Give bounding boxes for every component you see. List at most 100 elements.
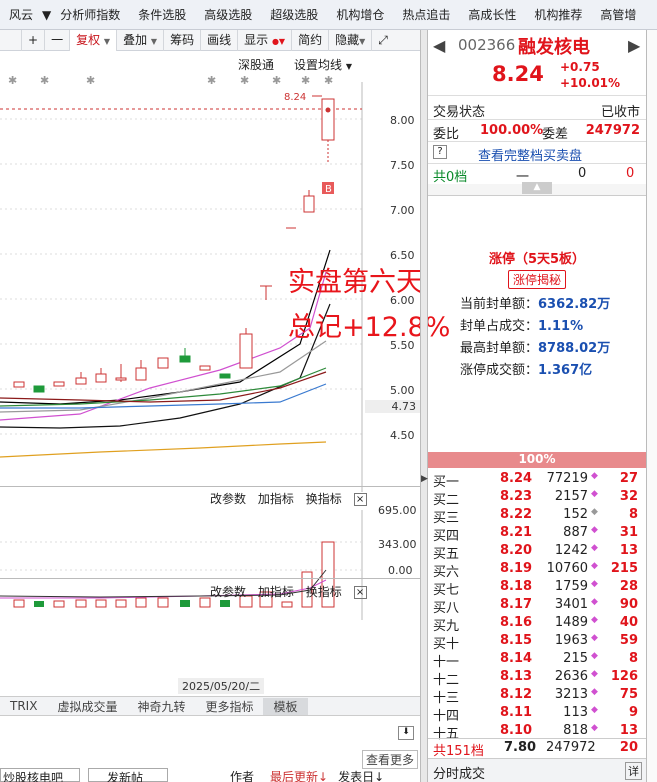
display-button[interactable]: 显示 ●▼ (238, 29, 293, 51)
sell-total-cnt: 0 (626, 166, 635, 181)
buy-total-label: 共151档 (433, 744, 484, 759)
bid-count: 13 (619, 543, 638, 558)
detail-icon[interactable]: 详 (625, 762, 642, 780)
collapse-icon[interactable]: ▲ (522, 182, 552, 194)
bid-row[interactable]: 买七 8.18 1759 ◆ 28 (428, 578, 646, 598)
draw-line-button[interactable]: 画线 (201, 29, 239, 51)
add-indicator-button[interactable]: 加指标 (258, 492, 294, 506)
tab-virtual-volume[interactable]: 虚拟成交量 (47, 698, 127, 715)
author-column[interactable]: 作者 (230, 768, 254, 782)
bid-count: 31 (619, 525, 638, 540)
bid-row[interactable]: 买二 8.23 2157 ◆ 32 (428, 488, 646, 508)
ma-settings-button[interactable]: 设置均线 ▼ (294, 56, 352, 73)
zoom-in-button[interactable]: + (22, 29, 46, 51)
chips-button[interactable]: 筹码 (164, 29, 202, 51)
diamond-icon: ◆ (591, 687, 598, 697)
nav-item[interactable]: 高级选股 (195, 6, 261, 23)
dropdown-icon[interactable]: ▼ (42, 8, 51, 22)
edit-params-button[interactable]: 改参数 (210, 492, 246, 506)
chart-toolbar: + 一 复权 ▼ 叠加 ▼ 筹码 画线 显示 ●▼ 简约 隐藏▼ ⤢ (0, 29, 420, 51)
tab-template[interactable]: 模板 (263, 697, 308, 715)
bid-row[interactable]: 买六 8.19 10760 ◆ 215 (428, 560, 646, 580)
prev-stock-icon[interactable]: ◀ (433, 36, 445, 55)
download-icon[interactable]: ⬇ (398, 726, 414, 740)
bid-volume: 887 (563, 525, 588, 540)
diamond-icon: ◆ (591, 507, 598, 517)
new-post-button[interactable]: 发新帖 (88, 768, 168, 782)
nav-item[interactable]: 超级选股 (261, 6, 327, 23)
buy-total-vol: 247972 (546, 740, 596, 755)
limit-up-reveal-button[interactable]: 涨停揭秘 (508, 270, 567, 289)
post-date-column[interactable]: 发表日↓ (338, 768, 384, 782)
bid-row[interactable]: 十二 8.13 2636 ◆ 126 (428, 668, 646, 688)
bid-count: 8 (628, 507, 638, 522)
vol-y-label: 0.00 (388, 564, 413, 577)
switch-indicator-button[interactable]: 换指标 (306, 585, 342, 599)
nav-item[interactable]: 高成长性 (459, 6, 525, 23)
bid-row[interactable]: 买八 8.17 3401 ◆ 90 (428, 596, 646, 616)
hide-button[interactable]: 隐藏▼ (329, 29, 373, 51)
collapse-bar[interactable]: ▲ (428, 182, 646, 196)
nav-item[interactable]: 条件选股 (129, 6, 195, 23)
weibi-value: 100.00% (480, 123, 544, 138)
overlay-button[interactable]: 叠加 ▼ (117, 29, 165, 51)
bid-row[interactable]: 十三 8.12 3213 ◆ 75 (428, 686, 646, 706)
market-label[interactable]: 深股通 (238, 56, 274, 73)
bid-count: 126 (610, 669, 638, 684)
last-update-column[interactable]: 最后更新↓ (270, 768, 328, 782)
nav-item[interactable]: 高管增 (591, 6, 645, 23)
bid-count: 27 (619, 471, 638, 486)
bid-count: 215 (610, 561, 638, 576)
zoom-out-button[interactable]: 一 (45, 29, 71, 51)
next-stock-icon[interactable]: ▶ (628, 36, 640, 55)
volume-chart[interactable] (0, 510, 420, 620)
sell-total-row: 共0档 一 0 0 (428, 164, 646, 185)
nav-item[interactable]: 热点追击 (393, 6, 459, 23)
stat-row: 封单占成交：1.11% (460, 319, 584, 334)
switch-indicator-button[interactable]: 换指标 (306, 492, 342, 506)
panel-divider[interactable]: ▶ (420, 30, 428, 782)
full-orderbook-link[interactable]: 查看完整档买卖盘 (478, 145, 582, 164)
trade-status-value: 已收市 (600, 105, 640, 120)
nav-item[interactable]: 分析师指数 (51, 6, 129, 23)
bid-count: 90 (619, 597, 638, 612)
add-indicator-button[interactable]: 加指标 (258, 585, 294, 599)
vol-y-label: 695.00 (378, 504, 417, 517)
edit-params-button[interactable]: 改参数 (210, 585, 246, 599)
trade-detail-label[interactable]: 分时成交 (433, 763, 485, 782)
vol-y-label: 343.00 (378, 538, 417, 551)
help-icon[interactable]: ? (433, 145, 447, 159)
bid-row[interactable]: 十一 8.14 215 ◆ 8 (428, 650, 646, 670)
close-icon[interactable]: × (353, 586, 367, 599)
bid-row[interactable]: 买一 8.24 77219 ◆ 27 (428, 470, 646, 490)
tab-trix[interactable]: TRIX (0, 699, 47, 713)
bid-row[interactable]: 买四 8.21 887 ◆ 31 (428, 524, 646, 544)
simple-button[interactable]: 简约 (292, 29, 330, 51)
bid-row[interactable]: 买五 8.20 1242 ◆ 13 (428, 542, 646, 562)
fuquan-button[interactable]: 复权 ▼ (70, 29, 118, 51)
buy-total-cnt: 20 (619, 740, 638, 755)
stat-row: 最高封单额：8788.02万 (460, 341, 611, 356)
limit-up-title: 涨停（5天5板） (488, 252, 586, 267)
stock-change: +0.75 (560, 60, 600, 74)
view-more-button[interactable]: 查看更多 (362, 750, 419, 769)
forum-name[interactable]: 炒股核电吧 (0, 768, 80, 782)
bid-row[interactable]: 买九 8.16 1489 ◆ 40 (428, 614, 646, 634)
nav-item[interactable]: 风云 (0, 6, 42, 23)
bid-row[interactable]: 买三 8.22 152 ◆ 8 (428, 506, 646, 526)
sell-total-label: 共0档 (433, 170, 468, 185)
close-icon[interactable]: × (353, 493, 367, 506)
nav-item[interactable]: 机构增仓 (327, 6, 393, 23)
bid-count: 59 (619, 633, 638, 648)
diamond-icon: ◆ (591, 723, 598, 733)
tab-magic-nine[interactable]: 神奇九转 (127, 698, 195, 715)
trade-detail-bar[interactable]: 分时成交 详 (428, 758, 646, 782)
bid-row[interactable]: 十四 8.11 113 ◆ 9 (428, 704, 646, 724)
nav-item[interactable]: 机构推荐 (525, 6, 591, 23)
date-label: 2025/05/20/二 (178, 678, 265, 694)
fullscreen-icon[interactable]: ⤢ (372, 30, 394, 51)
tab-more-indicators[interactable]: 更多指标 (195, 698, 263, 715)
date-axis: 2025/05/20/二 (0, 678, 420, 694)
full-orderbook-row[interactable]: ? 查看完整档买卖盘 (428, 142, 646, 164)
bid-row[interactable]: 买十 8.15 1963 ◆ 59 (428, 632, 646, 652)
